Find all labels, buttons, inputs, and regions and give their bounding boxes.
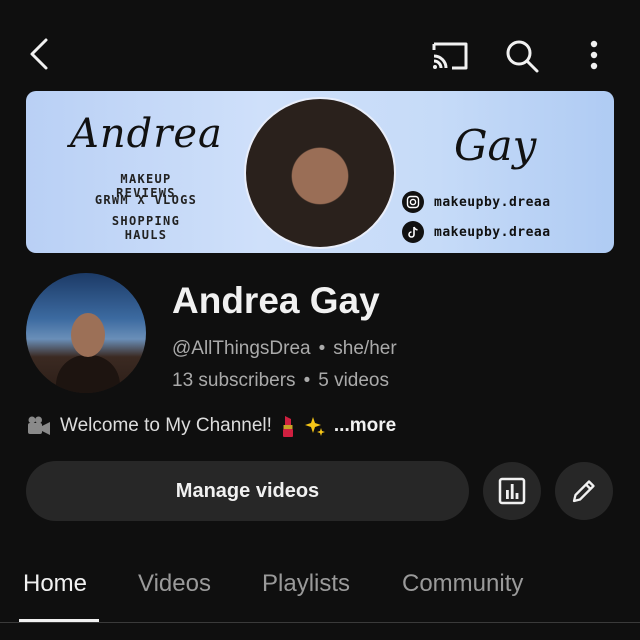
camera-icon xyxy=(28,416,50,435)
tab-community[interactable]: Community xyxy=(402,570,523,598)
cast-icon[interactable] xyxy=(428,36,472,76)
video-count: 5 videos xyxy=(318,370,389,391)
avatar[interactable] xyxy=(26,273,146,393)
channel-banner: Andrea MAKEUP REVIEWS GRWM X VLOGS SHOPP… xyxy=(26,91,614,253)
tiktok-icon xyxy=(402,221,424,243)
back-icon[interactable] xyxy=(22,34,62,74)
channel-name: Andrea Gay xyxy=(172,280,380,321)
avatar-figure xyxy=(56,355,120,393)
analytics-icon xyxy=(498,477,526,505)
tab-playlists[interactable]: Playlists xyxy=(262,570,350,598)
banner-last-name: Gay xyxy=(454,121,537,170)
channel-handle-row: @AllThingsDrea • she/her xyxy=(172,338,397,360)
channel-stats-row: 13 subscribers • 5 videos xyxy=(172,370,389,392)
sparkles-icon xyxy=(304,417,325,436)
subscriber-count: 13 subscribers xyxy=(172,370,296,391)
lipstick-icon xyxy=(282,416,293,437)
tab-videos[interactable]: Videos xyxy=(138,570,211,598)
tab-home[interactable]: Home xyxy=(23,570,87,598)
description-text: Welcome to My Channel! xyxy=(60,415,272,436)
more-vert-icon[interactable] xyxy=(576,34,612,78)
banner-photo xyxy=(244,97,396,249)
manage-videos-button[interactable]: Manage videos xyxy=(26,461,469,521)
instagram-icon xyxy=(402,191,424,213)
edit-icon xyxy=(572,480,595,503)
edit-button[interactable] xyxy=(555,462,613,520)
tab-divider xyxy=(0,622,640,623)
banner-tiktok: makeupby.dreaa xyxy=(402,221,551,243)
tiktok-handle: makeupby.dreaa xyxy=(434,224,551,240)
more-link[interactable]: ...more xyxy=(334,415,396,437)
avatar-face xyxy=(71,313,105,357)
channel-handle: @AllThingsDrea xyxy=(172,338,311,359)
banner-instagram: makeupby.dreaa xyxy=(402,191,551,213)
banner-tagline: SHOPPING HAULS xyxy=(111,214,181,242)
analytics-button[interactable] xyxy=(483,462,541,520)
search-icon[interactable] xyxy=(500,34,544,78)
instagram-handle: makeupby.dreaa xyxy=(434,194,551,210)
banner-tagline: GRWM X VLOGS xyxy=(94,193,198,207)
channel-pronouns: she/her xyxy=(333,338,397,359)
separator-dot: • xyxy=(318,338,326,359)
banner-first-name: Andrea xyxy=(70,111,223,157)
channel-description[interactable]: Welcome to My Channel! ...more xyxy=(26,414,396,438)
separator-dot: • xyxy=(303,370,311,391)
